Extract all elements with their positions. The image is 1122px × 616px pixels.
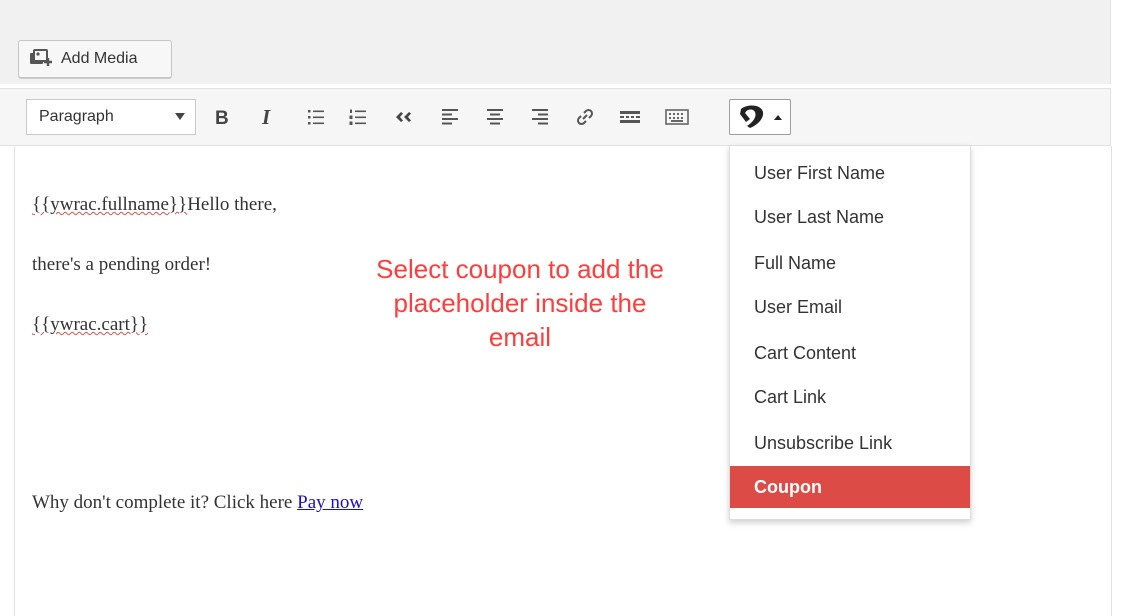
greeting-text: Hello there, bbox=[187, 194, 277, 215]
menu-item-user-email[interactable]: User Email bbox=[730, 286, 970, 328]
annotation-note: Select coupon to add the placeholder ins… bbox=[330, 252, 710, 354]
cart-placeholder: {{ywrac.cart}} bbox=[32, 314, 149, 335]
media-buttons-bar: Add Media bbox=[0, 0, 1111, 84]
content-line-4: Why don't complete it? Click here Pay no… bbox=[32, 492, 363, 514]
italic-icon: I bbox=[261, 107, 271, 127]
fullname-placeholder: {{ywrac.fullname}} bbox=[32, 194, 188, 215]
svg-text:I: I bbox=[261, 107, 271, 127]
content-line-1: {{ywrac.fullname}}Hello there, bbox=[32, 194, 277, 216]
menu-item-user-last-name[interactable]: User Last Name bbox=[730, 196, 970, 238]
annotation-line-3: email bbox=[488, 322, 552, 352]
format-select[interactable]: Paragraph bbox=[26, 99, 196, 135]
menu-item-cart-content[interactable]: Cart Content bbox=[730, 332, 970, 374]
align-center-button[interactable] bbox=[478, 99, 512, 135]
annotation-line-2: placeholder inside the bbox=[393, 288, 647, 318]
post-editor: Add Media Paragraph B I {{ywrac.fullname… bbox=[0, 0, 1122, 616]
align-center-icon bbox=[487, 109, 503, 125]
numbered-list-icon bbox=[349, 109, 366, 125]
chevron-down-icon bbox=[175, 113, 185, 120]
annotation-line-1: Select coupon to add the bbox=[376, 254, 664, 284]
bold-button[interactable]: B bbox=[204, 99, 238, 135]
read-more-icon bbox=[620, 111, 640, 123]
align-left-icon bbox=[442, 109, 458, 125]
placeholder-dropdown-menu: User First Name User Last Name Full Name… bbox=[729, 145, 971, 520]
menu-item-coupon[interactable]: Coupon bbox=[730, 466, 970, 508]
menu-item-full-name[interactable]: Full Name bbox=[730, 242, 970, 284]
bulleted-list-button[interactable] bbox=[299, 99, 333, 135]
blockquote-button[interactable] bbox=[388, 99, 422, 135]
content-line-3: {{ywrac.cart}} bbox=[32, 314, 148, 336]
pay-now-link[interactable]: Pay now bbox=[297, 492, 363, 513]
add-media-label: Add Media bbox=[61, 50, 138, 67]
svg-text:B: B bbox=[215, 108, 229, 127]
menu-item-unsubscribe-link[interactable]: Unsubscribe Link bbox=[730, 422, 970, 464]
window-edge bbox=[1118, 0, 1122, 20]
align-right-icon bbox=[532, 109, 548, 125]
menu-item-user-first-name[interactable]: User First Name bbox=[730, 152, 970, 194]
read-more-button[interactable] bbox=[613, 99, 647, 135]
insert-link-button[interactable] bbox=[568, 99, 602, 135]
caret-up-icon bbox=[774, 115, 782, 120]
keyboard-icon bbox=[665, 109, 689, 125]
toolbar-toggle-button[interactable] bbox=[660, 99, 694, 135]
call-to-action-text: Why don't complete it? Click here bbox=[32, 492, 298, 513]
blockquote-icon bbox=[396, 112, 411, 122]
content-line-2: there's a pending order! bbox=[32, 254, 212, 275]
add-media-icon bbox=[29, 49, 53, 69]
italic-button[interactable]: I bbox=[250, 99, 284, 135]
link-icon bbox=[576, 108, 594, 126]
bulleted-list-icon bbox=[308, 110, 324, 125]
bold-icon: B bbox=[215, 108, 229, 127]
align-left-button[interactable] bbox=[433, 99, 467, 135]
align-right-button[interactable] bbox=[523, 99, 557, 135]
yith-logo-icon bbox=[740, 105, 764, 128]
editor-toolbar: Paragraph B I bbox=[0, 88, 1111, 146]
numbered-list-button[interactable] bbox=[341, 99, 375, 135]
add-media-button[interactable]: Add Media bbox=[18, 40, 172, 78]
format-select-value: Paragraph bbox=[39, 108, 114, 125]
placeholder-menu-button[interactable] bbox=[729, 99, 791, 135]
menu-item-cart-link[interactable]: Cart Link bbox=[730, 376, 970, 418]
